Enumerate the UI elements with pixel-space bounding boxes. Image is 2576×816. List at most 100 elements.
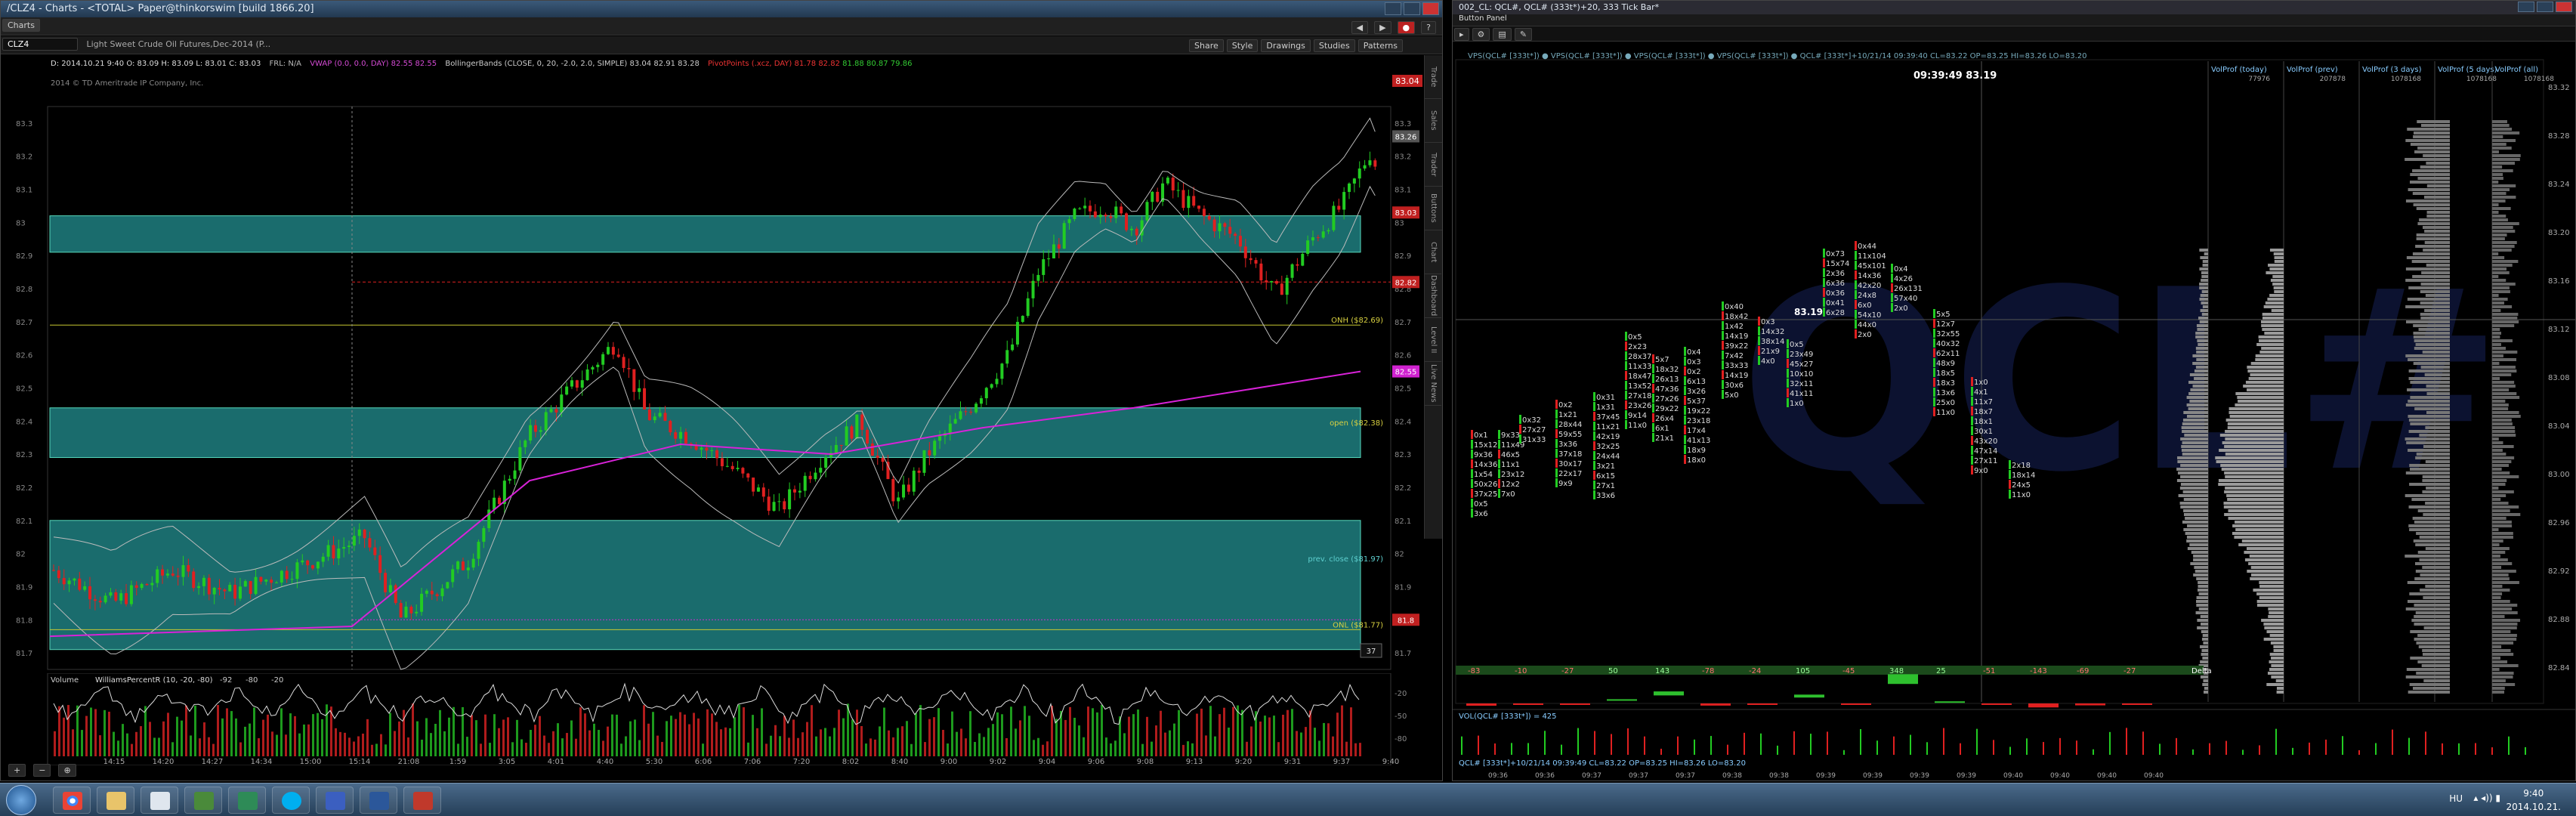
back-icon[interactable]: ◀ <box>1351 21 1369 34</box>
fp-cell: 23x18 <box>1687 417 1710 425</box>
profile-bar-3d <box>2408 505 2450 508</box>
button-panel[interactable]: Button Panel <box>1453 14 2575 26</box>
alert-icon[interactable]: ● <box>1397 21 1416 34</box>
volume-bar <box>978 733 981 756</box>
candle-body <box>876 456 879 459</box>
candle-body <box>290 579 294 580</box>
minimize-button[interactable] <box>1385 2 1401 15</box>
side-tab-6[interactable]: Level II <box>1425 318 1441 362</box>
fp-tool-2[interactable]: ⚙ <box>1472 28 1490 41</box>
taskbar-notepad-icon[interactable] <box>141 787 178 814</box>
chart-window: /CLZ4 - Charts - <TOTAL> Paper@thinkorsw… <box>0 0 1443 781</box>
fp-cell: 42x20 <box>1858 282 1881 290</box>
candle-body <box>1114 206 1118 218</box>
profile-bar-all <box>2492 332 2502 335</box>
taskbar-shopify-icon[interactable] <box>316 787 354 814</box>
taskbar-thinkorswim-icon[interactable] <box>228 787 266 814</box>
share-button[interactable]: Share <box>1189 39 1224 52</box>
candle-body <box>1363 165 1367 169</box>
close-button[interactable] <box>1422 2 1439 15</box>
footprint-title: 002_CL: QCL#, QCL# (333t*)+20, 333 Tick … <box>1459 2 1660 12</box>
price-chart[interactable]: 83.3 83.383.2 83.283.1 83.183 8382.9 82.982.8… <box>1 73 1425 677</box>
taskbar-app-icon[interactable] <box>184 787 222 814</box>
fp-cell: 4x1 <box>1974 388 1988 397</box>
profile-bar-today <box>2180 464 2208 467</box>
fp-close-button[interactable] <box>2556 2 2572 12</box>
clock[interactable]: 9:40 2014.10.21. <box>2506 787 2561 814</box>
fp-cell: 44x0 <box>1858 321 1876 329</box>
fp-cell-bar <box>1652 394 1654 403</box>
footprint-titlebar[interactable]: 002_CL: QCL#, QCL# (333t*)+20, 333 Tick … <box>1453 1 2575 14</box>
fp-cell: 38x14 <box>1761 338 1784 346</box>
taskbar-skype-icon[interactable] <box>272 787 310 814</box>
profile-bar-today <box>2202 260 2208 263</box>
start-button[interactable] <box>6 785 36 815</box>
profile-bar-all <box>2492 245 2515 248</box>
volume-bar <box>1214 736 1216 756</box>
side-tab-1[interactable]: Times And Sales <box>1425 99 1442 143</box>
taskbar-chrome-icon[interactable] <box>53 787 91 814</box>
taskbar-explorer-icon[interactable] <box>97 787 134 814</box>
profile-bar-all <box>2492 173 2503 176</box>
profile-bar-today <box>2202 657 2208 660</box>
studies-button[interactable]: Studies <box>1313 39 1355 52</box>
profile-bar-today <box>2196 600 2208 603</box>
profile-bar-all <box>2492 415 2521 418</box>
profile-bar-all <box>2492 388 2510 391</box>
volume-bar <box>276 734 278 756</box>
taskbar-tool-icon[interactable] <box>403 787 441 814</box>
help-icon[interactable]: ? <box>1421 21 1436 34</box>
fp-tool-4[interactable]: ✎ <box>1514 28 1533 41</box>
taskbar-word-icon[interactable] <box>360 787 397 814</box>
language-indicator[interactable]: HU <box>2449 793 2463 804</box>
zoom-in-icon[interactable]: + <box>8 764 26 777</box>
side-tab-7[interactable]: Live News <box>1425 362 1441 406</box>
profile-bar-all <box>2492 641 2514 644</box>
fp-tool-3[interactable]: ▤ <box>1493 28 1512 41</box>
profile-bar-today <box>2192 354 2208 357</box>
side-tab-2[interactable]: Active Trader <box>1425 143 1442 187</box>
volume-bar <box>711 713 713 756</box>
chart-window-titlebar[interactable]: /CLZ4 - Charts - <TOTAL> Paper@thinkorsw… <box>1 1 1442 17</box>
profile-bar-all <box>2492 249 2512 252</box>
volume-bar <box>661 741 663 756</box>
style-button[interactable]: Style <box>1226 39 1259 52</box>
profile-bar-3d <box>2420 366 2450 369</box>
side-tab-4[interactable]: Chart <box>1425 230 1441 274</box>
fp-cell-bar <box>1555 478 1558 487</box>
symbol-field[interactable]: CLZ4 <box>2 38 78 51</box>
pan-icon[interactable]: ⊕ <box>58 764 76 777</box>
volume-bar <box>747 742 749 756</box>
maximize-button[interactable] <box>1404 2 1420 15</box>
zoom-out-icon[interactable]: − <box>33 764 51 777</box>
fp-minimize-button[interactable] <box>2518 2 2534 12</box>
profile-bar-today <box>2194 377 2208 380</box>
fp-maximize-button[interactable] <box>2537 2 2553 12</box>
patterns-button[interactable]: Patterns <box>1357 39 1403 52</box>
lower-indicator-panel[interactable]: Volume WilliamsPercentR (10, -20, -80) -92… <box>1 673 1425 765</box>
fp-cell: 37x45 <box>1596 413 1620 422</box>
fp-cell-bar <box>1823 249 1825 258</box>
volume-bar <box>947 743 949 756</box>
side-tab-0[interactable]: Trade <box>1425 55 1441 99</box>
profile-bar-prev <box>2248 377 2284 380</box>
side-tab-3[interactable]: Big Buttons <box>1425 187 1442 230</box>
fp-cell-bar <box>1722 370 1724 379</box>
candle-body <box>233 585 237 599</box>
fp-tool-1[interactable]: ▸ <box>1454 28 1469 41</box>
side-tab-5[interactable]: Dashboard <box>1425 274 1441 318</box>
forward-icon[interactable]: ▶ <box>1374 21 1391 34</box>
tab-charts[interactable]: Charts <box>2 19 40 32</box>
tray-icons[interactable]: ▴ ◂)) ▮ <box>2473 793 2500 803</box>
willr-val: -80 <box>246 676 258 685</box>
footprint-chart[interactable]: QCL#09:39:49 83.19VolProf (today)77976Vo… <box>1453 45 2576 781</box>
profile-bar-3d <box>2405 199 2450 202</box>
zone-0 <box>49 215 1361 253</box>
volume-bar <box>362 733 364 756</box>
candle-body <box>477 542 480 559</box>
drawings-button[interactable]: Drawings <box>1261 39 1311 52</box>
volume-bar <box>1200 708 1203 756</box>
volume-bar <box>1132 714 1135 756</box>
profile-bar-today <box>2182 430 2208 433</box>
profile-bar-3d <box>2406 320 2450 323</box>
